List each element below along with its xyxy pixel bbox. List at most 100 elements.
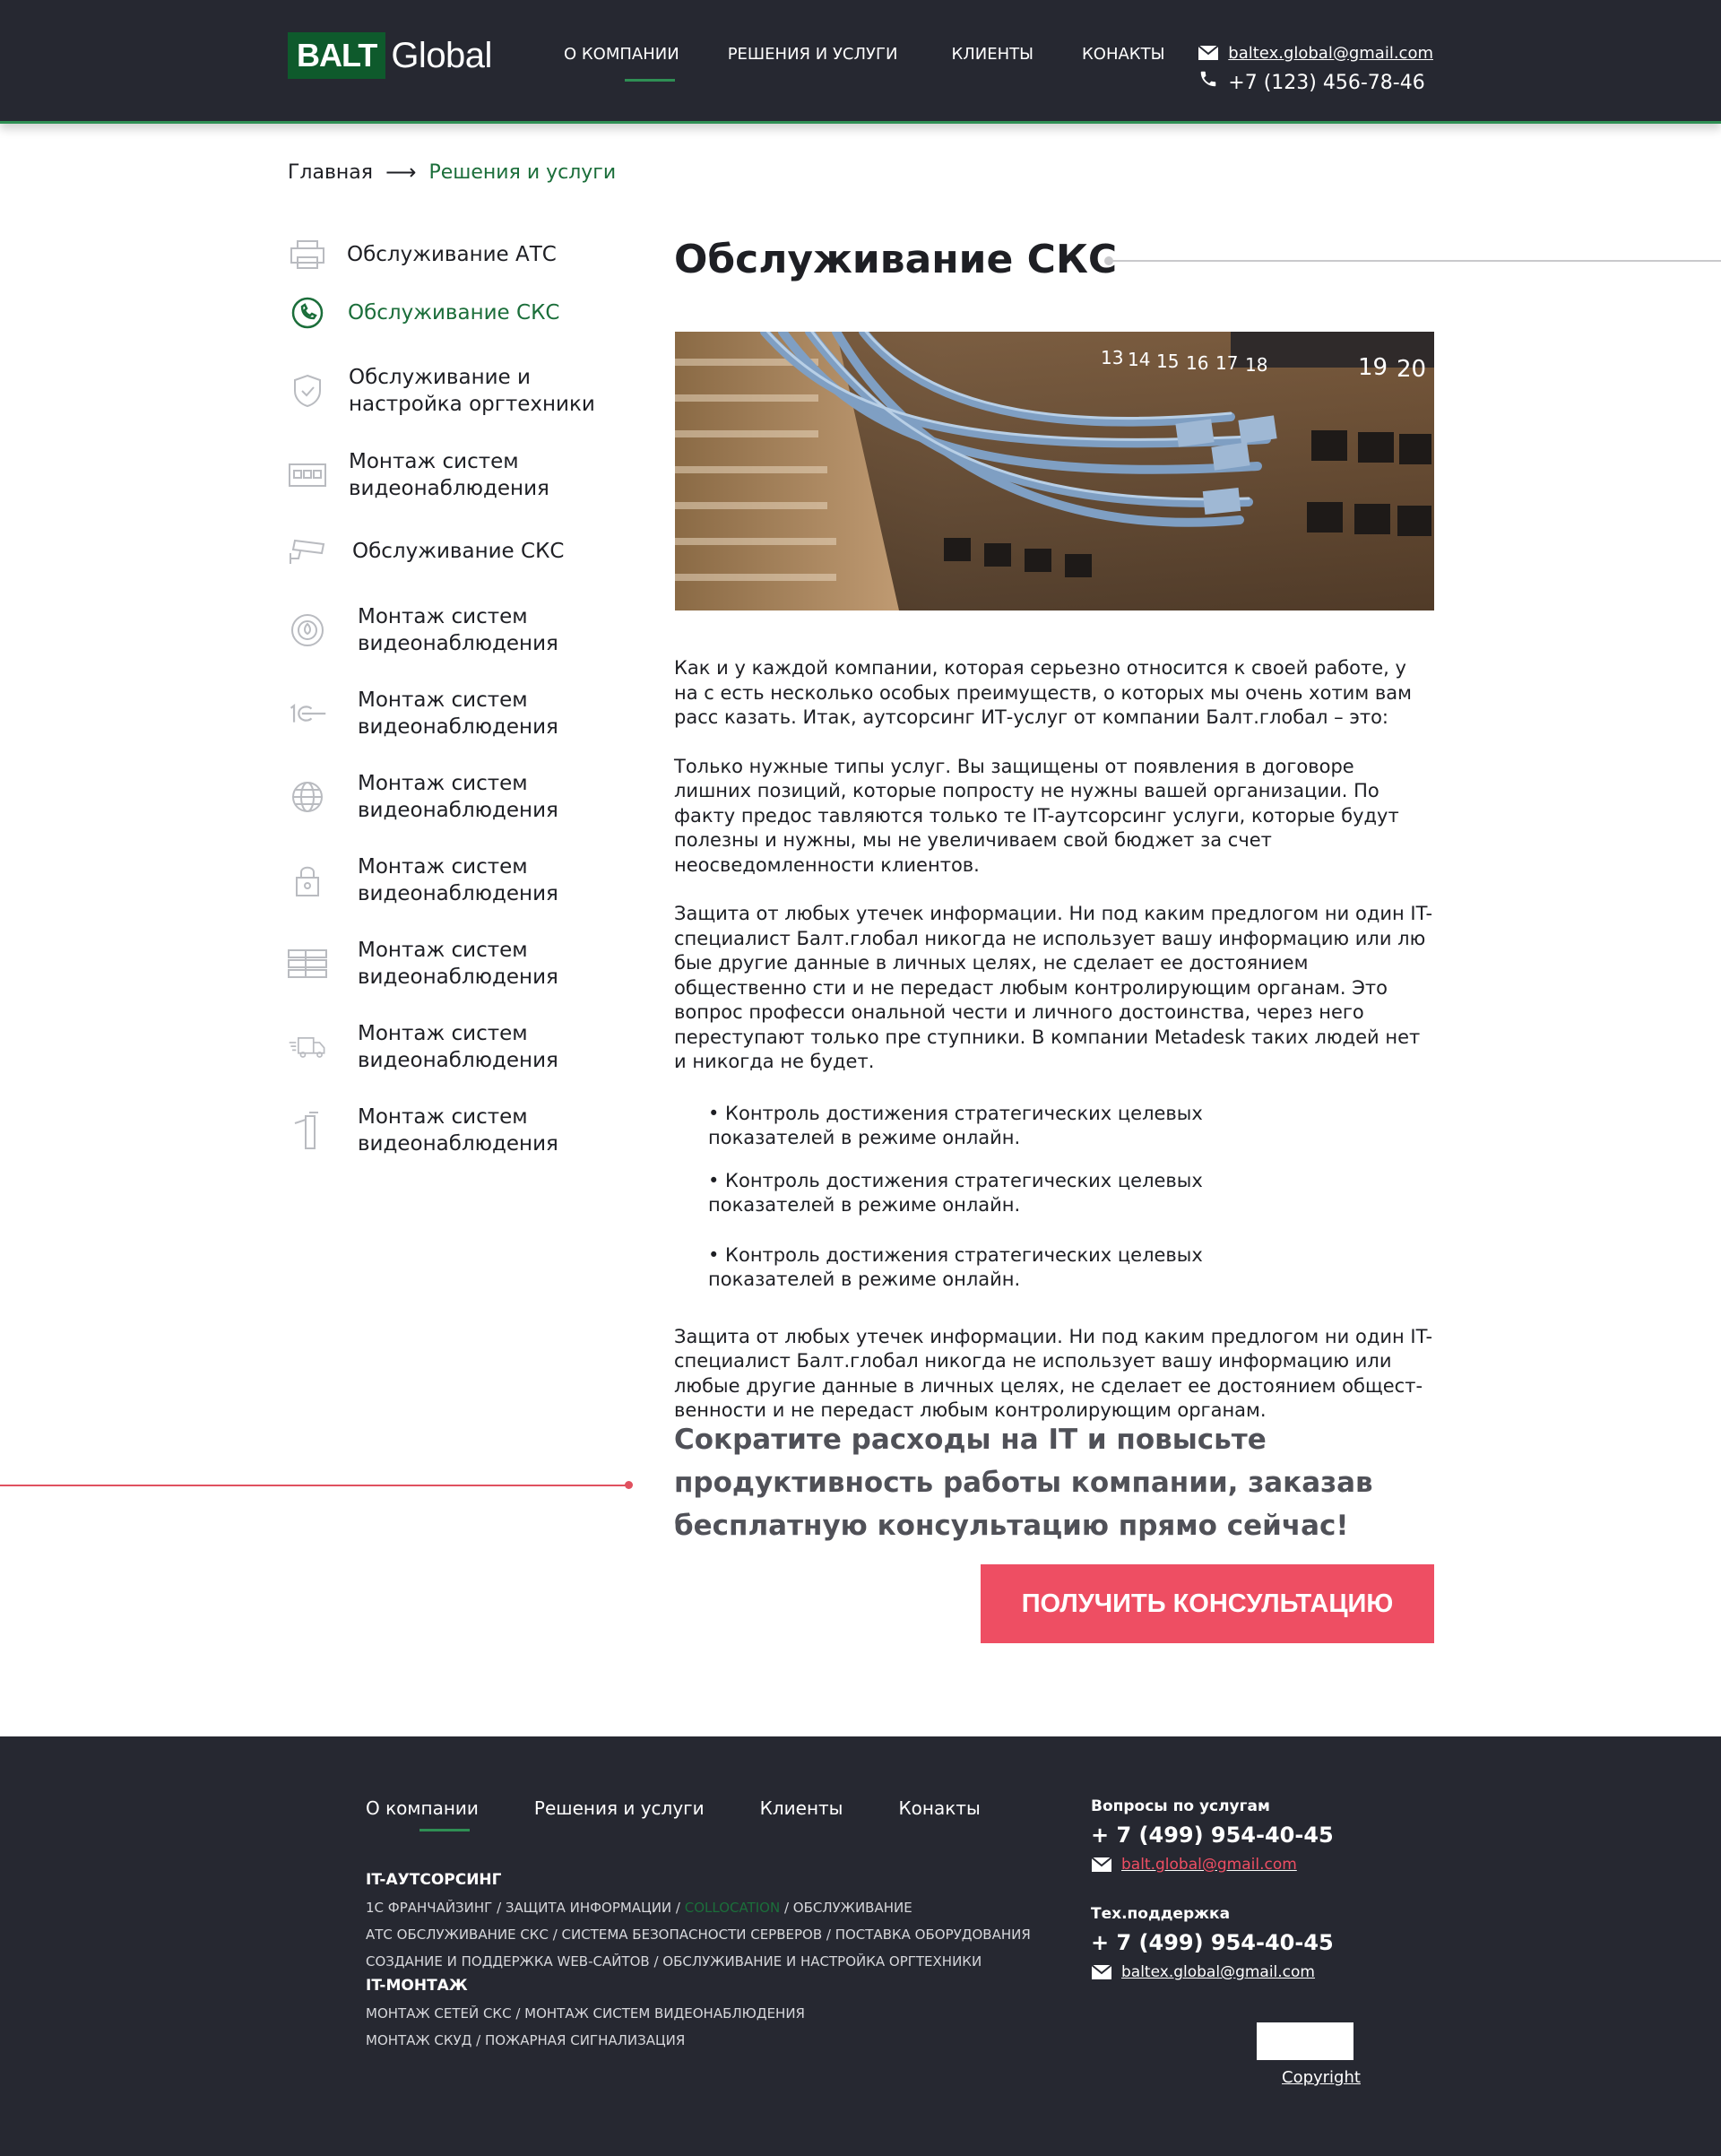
get-consultation-button[interactable]: ПОЛУЧИТЬ КОНСУЛЬТАЦИЮ xyxy=(981,1564,1434,1643)
logo-mark: BALT xyxy=(288,32,386,79)
sidebar-item-label: Монтаж систем видеонаблюдения xyxy=(358,688,558,739)
header-email-row[interactable]: baltex.global@gmail.com xyxy=(1198,43,1433,63)
sidebar-item-video-8[interactable]: Монтаж систем видеонаблюдения xyxy=(288,1104,653,1157)
support-contact-group: Тех.поддержка + 7 (499) 954-40-45 baltex… xyxy=(1091,1905,1360,1982)
footer-link[interactable]: 1С ФРАНЧАЙЗИНГ / ЗАЩИТА ИНФОРМАЦИИ / xyxy=(366,1900,685,1916)
footer-nav-solutions[interactable]: Решения и услуги xyxy=(534,1797,705,1819)
sidebar-item-ats[interactable]: Обслуживание АТС xyxy=(288,235,643,274)
sidebar-item-label: Монтаж систем видеонаблюдения xyxy=(358,605,558,655)
envelope-icon xyxy=(1198,43,1219,63)
header-email-link[interactable]: baltex.global@gmail.com xyxy=(1228,44,1433,63)
footer-nav: О компании Решения и услуги Клиенты Кона… xyxy=(366,1797,1036,1831)
services-email-row[interactable]: balt.global@gmail.com xyxy=(1091,1855,1360,1875)
svg-text:20: 20 xyxy=(1397,356,1426,383)
sidebar-item-sks-2[interactable]: Обслуживание СКС xyxy=(288,532,648,571)
header-phone-link[interactable]: +7 (123) 456-78-46 xyxy=(1228,72,1424,94)
footer-nav-clients[interactable]: Клиенты xyxy=(760,1797,843,1819)
sidebar-item-label: Монтаж систем видеонаблюдения xyxy=(358,855,558,905)
footer-link-active[interactable]: COLLOCATION xyxy=(685,1900,780,1916)
logo[interactable]: BALT Global xyxy=(288,32,492,79)
main-nav: О КОМПАНИИ РЕШЕНИЯ И УСЛУГИ КЛИЕНТЫ КОНА… xyxy=(564,45,1213,82)
fire-alarm-icon xyxy=(288,610,327,650)
1c-logo-icon xyxy=(288,694,327,733)
breadcrumb-current: Решения и услуги xyxy=(428,160,617,184)
footer-service-links[interactable]: 1С ФРАНЧАЙЗИНГ / ЗАЩИТА ИНФОРМАЦИИ / COL… xyxy=(366,1894,1083,1921)
services-phone[interactable]: + 7 (499) 954-40-45 xyxy=(1091,1823,1360,1848)
sidebar-item-video-2[interactable]: Монтаж систем видеонаблюдения xyxy=(288,603,653,657)
support-contact-heading: Тех.поддержка xyxy=(1091,1905,1231,1923)
footer-link[interactable]: / ОБСЛУЖИВАНИЕ xyxy=(780,1900,912,1916)
delivery-truck-icon xyxy=(288,1027,327,1067)
title-divider xyxy=(1108,260,1721,262)
breadcrumb-home-link[interactable]: Главная xyxy=(288,161,373,184)
sidebar-item-video-1[interactable]: Монтаж систем видеонаблюдения xyxy=(288,448,644,502)
svg-text:13: 13 xyxy=(1101,347,1123,368)
hero-image-patch-panel: 13 14 15 16 17 18 19 20 xyxy=(675,332,1434,610)
sidebar-item-label: Монтаж систем видеонаблюдения xyxy=(349,450,549,500)
header-phone-row[interactable]: +7 (123) 456-78-46 xyxy=(1198,63,1433,94)
nav-contacts[interactable]: КОНАКТЫ xyxy=(1082,45,1164,64)
svg-text:18: 18 xyxy=(1245,354,1267,376)
nav-clients[interactable]: КЛИЕНТЫ xyxy=(951,45,1033,64)
footer-badge-placeholder xyxy=(1257,2022,1353,2060)
server-panel-icon xyxy=(288,455,327,495)
footer-service-links[interactable]: МОНТАЖ СЕТЕЙ СКС / МОНТАЖ СИСТЕМ ВИДЕОНА… xyxy=(366,2000,1083,2027)
article-paragraph: Только нужные типы услуг. Вы защищены от… xyxy=(674,755,1399,876)
sidebar-item-video-3[interactable]: Монтаж систем видеонаблюдения xyxy=(288,687,653,740)
logo-wordmark: Global xyxy=(391,35,492,75)
svg-text:19: 19 xyxy=(1358,354,1388,381)
benefits-list: • Контроль достижения стратегических цел… xyxy=(708,1102,1436,1293)
shield-icon xyxy=(288,371,327,411)
turnstile-icon xyxy=(288,1111,327,1150)
sidebar-item-label: Монтаж систем видеонаблюдения xyxy=(358,772,558,822)
sidebar-item-sks[interactable]: Обслуживание СКС xyxy=(288,293,644,333)
nav-solutions[interactable]: РЕШЕНИЯ И УСЛУГИ xyxy=(728,45,898,64)
site-header: BALT Global О КОМПАНИИ РЕШЕНИЯ И УСЛУГИ … xyxy=(0,0,1721,124)
services-contact-heading: Вопросы по услугам xyxy=(1091,1797,1270,1815)
svg-text:14: 14 xyxy=(1128,349,1150,370)
copyright-link[interactable]: Copyright xyxy=(1282,2068,1361,2087)
article-paragraph: Защита от любых утечек информации. Ни по… xyxy=(674,1325,1433,1422)
sidebar-item-label: Монтаж систем видеонаблюдения xyxy=(358,1105,558,1156)
support-email-link[interactable]: baltex.global@gmail.com xyxy=(1121,1963,1315,1981)
list-item: • Контроль достижения стратегических цел… xyxy=(708,1169,1203,1217)
footer-service-links[interactable]: СОЗДАНИЕ И ПОДДЕРЖКА WEB-САЙТОВ / ОБСЛУЖ… xyxy=(366,1948,1083,1975)
article-body: Как и у каждой компании, которая серьезн… xyxy=(674,656,1436,1448)
footer-nav-about[interactable]: О компании xyxy=(366,1797,479,1831)
nav-about[interactable]: О КОМПАНИИ xyxy=(564,45,679,82)
support-phone[interactable]: + 7 (499) 954-40-45 xyxy=(1091,1930,1360,1955)
footer-service-links[interactable]: МОНТАЖ СКУД / ПОЖАРНАЯ СИГНАЛИЗАЦИЯ xyxy=(366,2027,1083,2054)
phone-circle-icon xyxy=(288,293,327,333)
footer-service-links[interactable]: АТС ОБСЛУЖИВАНИЕ СКС / СИСТЕМА БЕЗОПАСНО… xyxy=(366,1921,1083,1948)
cta-headline: Сократите расходы на IT и повысьте проду… xyxy=(674,1424,1373,1542)
sidebar-item-office-equipment[interactable]: Обслуживание и настройка оргтехники xyxy=(288,364,644,418)
lock-icon xyxy=(288,861,327,900)
sidebar-item-video-7[interactable]: Монтаж систем видеонаблюдения xyxy=(288,1020,653,1074)
article-paragraph: Как и у каждой компании, которая серьезн… xyxy=(674,657,1412,728)
sidebar-item-label: Обслуживание СКС xyxy=(348,301,560,325)
cta-divider-dot xyxy=(625,1481,633,1489)
sidebar-item-label: Монтаж систем видеонаблюдения xyxy=(358,1022,558,1072)
sidebar-item-video-6[interactable]: Монтаж систем видеонаблюдения xyxy=(288,937,653,991)
list-item: • Контроль достижения стратегических цел… xyxy=(708,1102,1203,1149)
header-contacts: baltex.global@gmail.com +7 (123) 456-78-… xyxy=(1198,43,1433,94)
sidebar-item-label: Обслуживание и настройка оргтехники xyxy=(349,366,595,416)
article-paragraph: Защита от любых утечек информации. Ни по… xyxy=(674,903,1433,1072)
page-title: Обслуживание СКС xyxy=(674,237,1118,282)
sidebar-item-video-4[interactable]: Монтаж систем видеонаблюдения xyxy=(288,770,653,824)
footer-services: IT-АУТСОРСИНГ 1С ФРАНЧАЙЗИНГ / ЗАЩИТА ИН… xyxy=(366,1871,1083,2054)
cta-divider xyxy=(0,1485,627,1486)
footer-section-heading: IT-МОНТАЖ xyxy=(366,1977,468,1995)
services-email-link[interactable]: balt.global@gmail.com xyxy=(1121,1856,1297,1874)
envelope-icon xyxy=(1091,1962,1112,1982)
footer-section-heading: IT-АУТСОРСИНГ xyxy=(366,1871,502,1889)
footer-nav-contacts[interactable]: Конакты xyxy=(898,1797,980,1819)
globe-icon xyxy=(288,777,327,817)
svg-text:17: 17 xyxy=(1215,352,1238,374)
site-footer: О компании Решения и услуги Клиенты Кона… xyxy=(0,1736,1721,2156)
envelope-icon xyxy=(1091,1855,1112,1875)
support-email-row[interactable]: baltex.global@gmail.com xyxy=(1091,1962,1360,1982)
cctv-camera-icon xyxy=(288,532,327,571)
printer-icon xyxy=(288,235,327,274)
sidebar-item-video-5[interactable]: Монтаж систем видеонаблюдения xyxy=(288,853,653,907)
